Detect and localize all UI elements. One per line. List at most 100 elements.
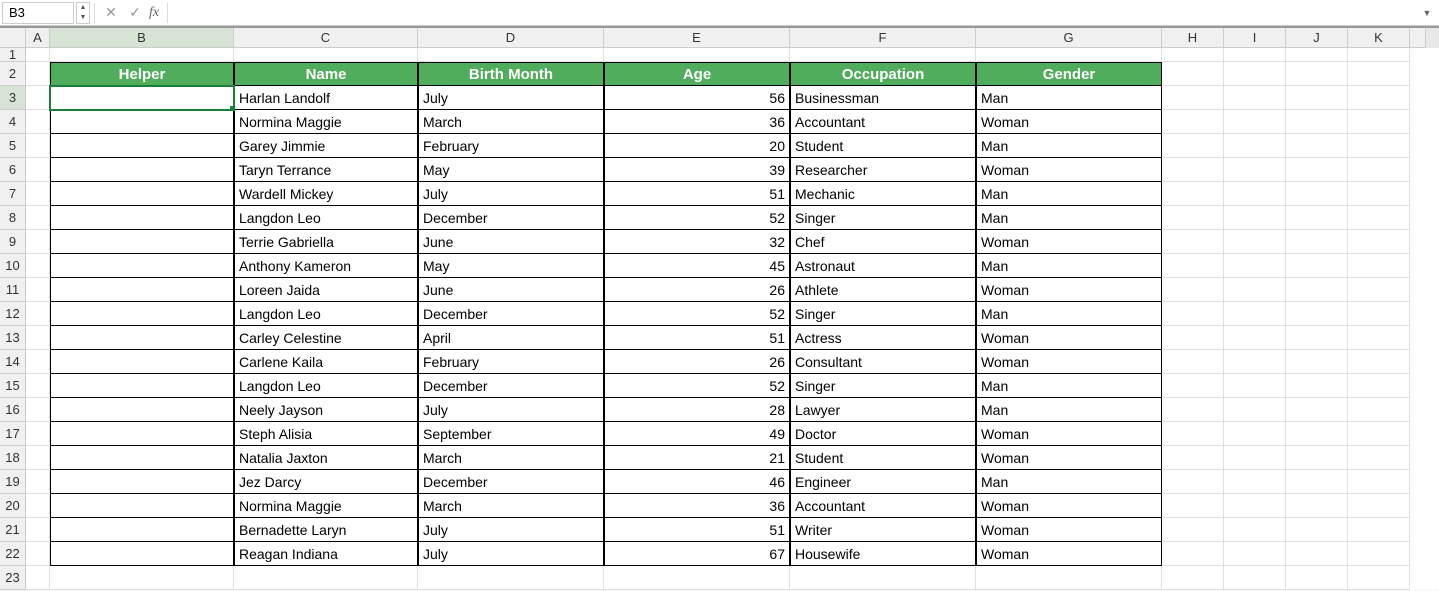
col-header-F[interactable]: F xyxy=(790,28,976,47)
cell-F10[interactable]: Astronaut xyxy=(790,254,976,278)
cell-H4[interactable] xyxy=(1162,110,1224,134)
cell-B1[interactable] xyxy=(50,48,234,62)
cell-A14[interactable] xyxy=(26,350,50,374)
cell-G17[interactable]: Woman xyxy=(976,422,1162,446)
cell-G13[interactable]: Woman xyxy=(976,326,1162,350)
cell-I14[interactable] xyxy=(1224,350,1286,374)
cell-K12[interactable] xyxy=(1348,302,1410,326)
cell-G22[interactable]: Woman xyxy=(976,542,1162,566)
cell-A19[interactable] xyxy=(26,470,50,494)
cell-E10[interactable]: 45 xyxy=(604,254,790,278)
cell-H21[interactable] xyxy=(1162,518,1224,542)
row-header-22[interactable]: 22 xyxy=(0,542,26,566)
cell-A23[interactable] xyxy=(26,566,50,590)
cell-K13[interactable] xyxy=(1348,326,1410,350)
cell-H16[interactable] xyxy=(1162,398,1224,422)
cell-B16[interactable] xyxy=(50,398,234,422)
cell-I12[interactable] xyxy=(1224,302,1286,326)
cell-K10[interactable] xyxy=(1348,254,1410,278)
cell-B11[interactable] xyxy=(50,278,234,302)
cell-A16[interactable] xyxy=(26,398,50,422)
cell-J13[interactable] xyxy=(1286,326,1348,350)
cell-G18[interactable]: Woman xyxy=(976,446,1162,470)
cell-J4[interactable] xyxy=(1286,110,1348,134)
cancel-icon[interactable]: ✕ xyxy=(101,3,121,23)
cell-D16[interactable]: July xyxy=(418,398,604,422)
cell-K3[interactable] xyxy=(1348,86,1410,110)
col-header-K[interactable]: K xyxy=(1348,28,1410,47)
cell-I22[interactable] xyxy=(1224,542,1286,566)
cell-H10[interactable] xyxy=(1162,254,1224,278)
row-header-1[interactable]: 1 xyxy=(0,48,26,62)
cell-J6[interactable] xyxy=(1286,158,1348,182)
cell-J11[interactable] xyxy=(1286,278,1348,302)
cell-J23[interactable] xyxy=(1286,566,1348,590)
cell-I16[interactable] xyxy=(1224,398,1286,422)
cell-I13[interactable] xyxy=(1224,326,1286,350)
row-header-15[interactable]: 15 xyxy=(0,374,26,398)
cell-K15[interactable] xyxy=(1348,374,1410,398)
cell-E9[interactable]: 32 xyxy=(604,230,790,254)
formula-input[interactable] xyxy=(172,2,1421,24)
cell-D12[interactable]: December xyxy=(418,302,604,326)
row-header-21[interactable]: 21 xyxy=(0,518,26,542)
cell-E18[interactable]: 21 xyxy=(604,446,790,470)
row-header-10[interactable]: 10 xyxy=(0,254,26,278)
cell-D21[interactable]: July xyxy=(418,518,604,542)
row-header-6[interactable]: 6 xyxy=(0,158,26,182)
cell-K20[interactable] xyxy=(1348,494,1410,518)
cell-J19[interactable] xyxy=(1286,470,1348,494)
col-header-C[interactable]: C xyxy=(234,28,418,47)
cell-C14[interactable]: Carlene Kaila xyxy=(234,350,418,374)
cell-G9[interactable]: Woman xyxy=(976,230,1162,254)
cell-J14[interactable] xyxy=(1286,350,1348,374)
cell-J8[interactable] xyxy=(1286,206,1348,230)
cell-I15[interactable] xyxy=(1224,374,1286,398)
cell-A12[interactable] xyxy=(26,302,50,326)
cell-B8[interactable] xyxy=(50,206,234,230)
cell-H14[interactable] xyxy=(1162,350,1224,374)
cell-H5[interactable] xyxy=(1162,134,1224,158)
cell-G3[interactable]: Man xyxy=(976,86,1162,110)
cell-C19[interactable]: Jez Darcy xyxy=(234,470,418,494)
cell-K17[interactable] xyxy=(1348,422,1410,446)
row-header-8[interactable]: 8 xyxy=(0,206,26,230)
cell-D20[interactable]: March xyxy=(418,494,604,518)
cell-D7[interactable]: July xyxy=(418,182,604,206)
cell-C8[interactable]: Langdon Leo xyxy=(234,206,418,230)
cell-F15[interactable]: Singer xyxy=(790,374,976,398)
cell-J5[interactable] xyxy=(1286,134,1348,158)
cell-K22[interactable] xyxy=(1348,542,1410,566)
row-header-3[interactable]: 3 xyxy=(0,86,26,110)
cell-G7[interactable]: Man xyxy=(976,182,1162,206)
cell-I7[interactable] xyxy=(1224,182,1286,206)
cell-B5[interactable] xyxy=(50,134,234,158)
cell-A20[interactable] xyxy=(26,494,50,518)
cell-A10[interactable] xyxy=(26,254,50,278)
cell-E19[interactable]: 46 xyxy=(604,470,790,494)
cell-H12[interactable] xyxy=(1162,302,1224,326)
cell-I18[interactable] xyxy=(1224,446,1286,470)
cell-K21[interactable] xyxy=(1348,518,1410,542)
cell-E7[interactable]: 51 xyxy=(604,182,790,206)
row-header-7[interactable]: 7 xyxy=(0,182,26,206)
cell-B20[interactable] xyxy=(50,494,234,518)
cell-G1[interactable] xyxy=(976,48,1162,62)
cell-G11[interactable]: Woman xyxy=(976,278,1162,302)
cell-D2[interactable]: Birth Month xyxy=(418,62,604,86)
cell-G4[interactable]: Woman xyxy=(976,110,1162,134)
cell-K1[interactable] xyxy=(1348,48,1410,62)
cell-A9[interactable] xyxy=(26,230,50,254)
cell-G23[interactable] xyxy=(976,566,1162,590)
cell-J12[interactable] xyxy=(1286,302,1348,326)
cell-C9[interactable]: Terrie Gabriella xyxy=(234,230,418,254)
cell-F23[interactable] xyxy=(790,566,976,590)
cell-G2[interactable]: Gender xyxy=(976,62,1162,86)
cell-F8[interactable]: Singer xyxy=(790,206,976,230)
cell-E14[interactable]: 26 xyxy=(604,350,790,374)
cell-E6[interactable]: 39 xyxy=(604,158,790,182)
cell-D19[interactable]: December xyxy=(418,470,604,494)
cell-D17[interactable]: September xyxy=(418,422,604,446)
cell-K4[interactable] xyxy=(1348,110,1410,134)
cell-H13[interactable] xyxy=(1162,326,1224,350)
